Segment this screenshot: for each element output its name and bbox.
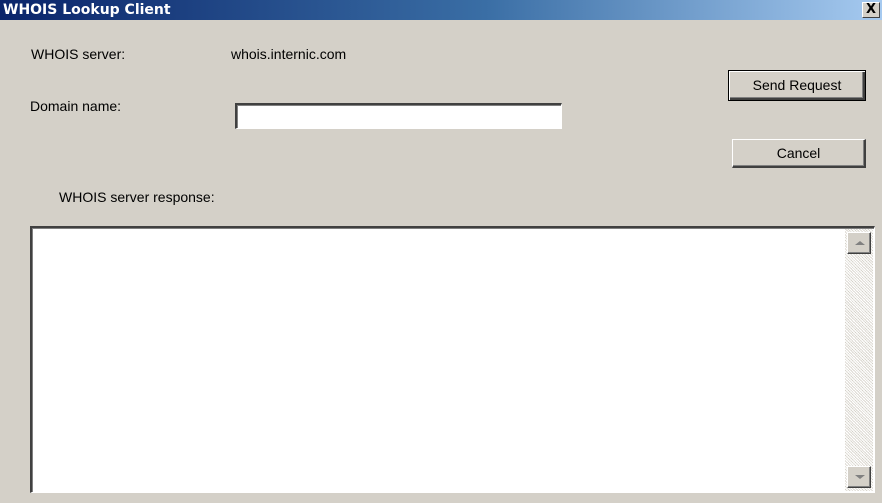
close-icon: X — [865, 2, 877, 17]
server-response-textarea[interactable] — [30, 226, 875, 493]
server-response-label: WHOIS server response: — [59, 189, 215, 205]
whois-server-label: WHOIS server: — [31, 46, 126, 62]
domain-name-input[interactable] — [235, 103, 562, 129]
scroll-down-button[interactable] — [847, 466, 871, 488]
close-button[interactable]: X — [862, 2, 880, 18]
window-title: WHOIS Lookup Client — [3, 2, 171, 18]
whois-lookup-window: WHOIS Lookup Client X WHOIS server: whoi… — [0, 0, 882, 503]
cancel-button[interactable]: Cancel — [732, 139, 866, 168]
domain-name-label: Domain name: — [30, 98, 122, 114]
title-bar[interactable]: WHOIS Lookup Client X — [0, 0, 882, 20]
vertical-scrollbar[interactable] — [845, 229, 873, 491]
scroll-up-button[interactable] — [847, 232, 871, 254]
scroll-down-arrow-icon — [855, 475, 865, 479]
whois-server-value: whois.internic.com — [231, 46, 347, 62]
scroll-up-arrow-icon — [855, 241, 865, 245]
send-request-button[interactable]: Send Request — [728, 70, 866, 101]
